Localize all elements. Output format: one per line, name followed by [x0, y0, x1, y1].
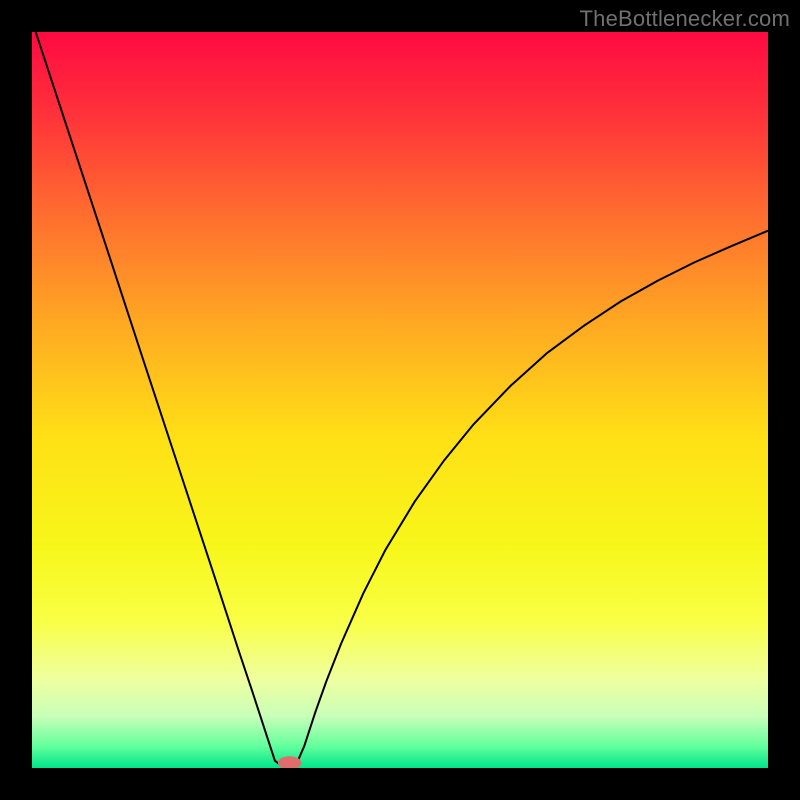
- chart-frame: [32, 32, 768, 768]
- bottleneck-chart: [32, 32, 768, 768]
- plot-background: [32, 32, 768, 768]
- watermark-text: TheBottlenecker.com: [580, 6, 790, 32]
